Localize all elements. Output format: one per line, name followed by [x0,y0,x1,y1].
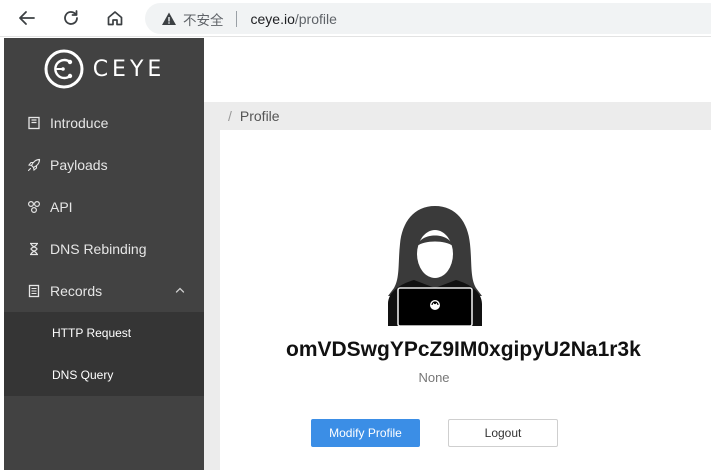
modify-profile-button[interactable]: Modify Profile [311,419,420,447]
hourglass-icon [26,241,42,257]
security-status[interactable]: 不安全 [183,9,224,29]
sidebar-item-records[interactable]: Records [4,270,204,312]
chevron-up-icon[interactable] [174,284,186,296]
sidebar-menu: Introduce Payloads API DNS Rebinding Rec… [4,102,204,396]
sidebar-item-label: DNS Rebinding [50,241,147,257]
logout-button[interactable]: Logout [448,419,558,447]
hacker-avatar-icon [388,206,482,326]
url-host: ceye.io [250,10,295,27]
book-icon [26,115,42,131]
sidebar-item-api[interactable]: API [4,186,204,228]
profile-subtitle: None [418,370,450,385]
sidebar-item-label: Payloads [50,157,108,173]
breadcrumb-separator: / [228,108,232,124]
reload-button[interactable] [58,6,84,30]
sidebar-item-label: Introduce [50,115,109,131]
main-header [204,38,711,102]
molecule-icon [26,199,42,215]
rocket-icon [26,157,42,173]
logo-text: CEYE [92,56,166,82]
sidebar: CEYE Introduce Payloads API DNS Rebindin… [4,38,204,470]
address-separator [235,10,237,27]
sidebar-item-label: Records [50,283,103,299]
document-icon [26,283,42,299]
profile-username: omVDSwgYPcZ9IM0xgipyU2Na1r3k [286,338,641,361]
back-button[interactable] [14,6,40,30]
breadcrumb: / Profile [204,102,711,130]
ceye-logo-icon [44,49,84,89]
logo[interactable]: CEYE [4,38,204,100]
records-submenu: HTTP Request DNS Query [4,312,204,396]
content-gutter [204,130,220,470]
breadcrumb-current: Profile [239,108,280,124]
warning-triangle-icon[interactable] [161,11,177,27]
browser-toolbar: 不安全 ceye.io/profile [0,0,711,37]
sidebar-item-dns-rebinding[interactable]: DNS Rebinding [4,228,204,270]
submenu-item-http-request[interactable]: HTTP Request [4,312,204,354]
sidebar-item-payloads[interactable]: Payloads [4,144,204,186]
reload-icon [64,10,78,25]
address-bar[interactable]: 不安全 ceye.io/profile [145,3,711,34]
back-arrow-icon [19,11,35,25]
home-button[interactable] [102,6,128,30]
sidebar-item-introduce[interactable]: Introduce [4,102,204,144]
submenu-item-dns-query[interactable]: DNS Query [4,354,204,396]
home-icon [107,11,123,26]
sidebar-item-label: API [50,199,73,215]
url-path: /profile [294,10,337,27]
